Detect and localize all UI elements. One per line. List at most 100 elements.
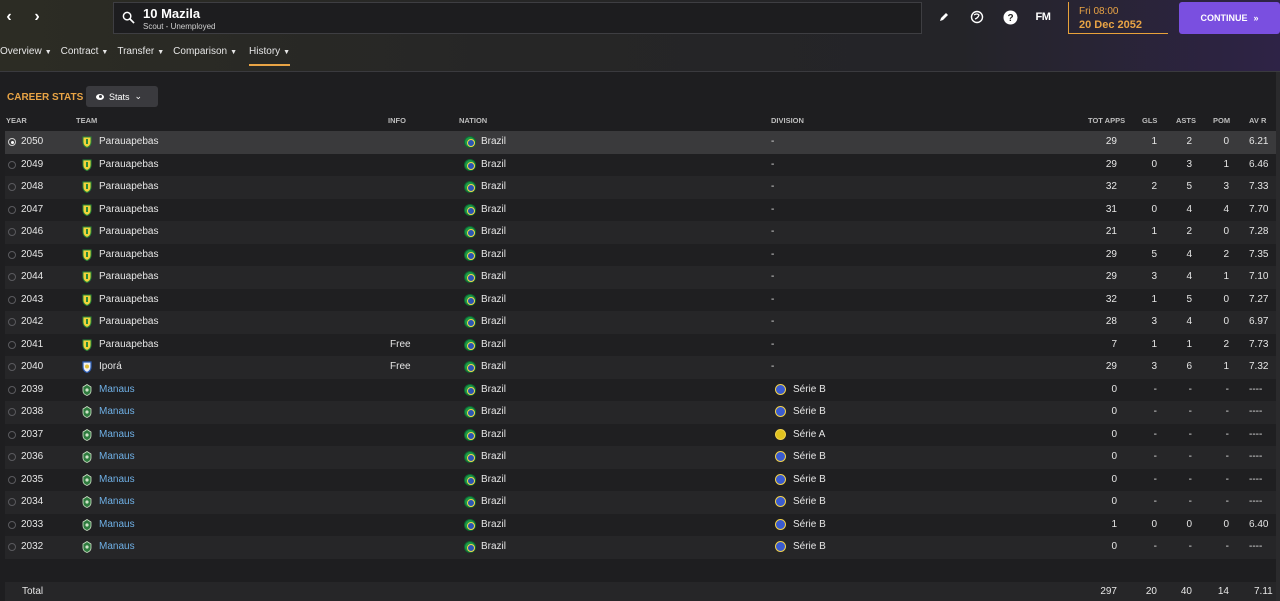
col-gls[interactable]: GLS <box>1142 116 1157 125</box>
team-cell[interactable]: Manaus <box>99 384 135 395</box>
table-row[interactable]: 2033 Manaus Brazil Série B 1 0 0 0 6.40 <box>5 513 1276 536</box>
col-asts[interactable]: ASTS <box>1176 116 1196 125</box>
col-info[interactable]: INFO <box>388 116 406 125</box>
tab-comparison[interactable]: Comparison ▼ <box>173 44 246 66</box>
tab-history[interactable]: History ▼ <box>249 44 299 66</box>
col-division[interactable]: DIVISION <box>771 116 804 125</box>
nation-cell[interactable]: Brazil <box>481 451 506 462</box>
team-cell[interactable]: Manaus <box>99 406 135 417</box>
team-cell[interactable]: Parauapebas <box>99 249 159 260</box>
team-cell[interactable]: Manaus <box>99 451 135 462</box>
edit-icon[interactable] <box>935 8 953 26</box>
scrollbar[interactable] <box>1276 72 1280 601</box>
table-row[interactable]: 2049 Parauapebas Brazil - 29 0 3 1 6.46 <box>5 153 1276 176</box>
help-icon[interactable]: ? <box>1001 8 1019 26</box>
table-row[interactable]: 2034 Manaus Brazil Série B 0- - - ---- <box>5 491 1276 514</box>
table-row[interactable]: 2043 Parauapebas Brazil - 32 1 5 0 7.27 <box>5 288 1276 311</box>
continue-button[interactable]: CONTINUE » <box>1179 2 1280 34</box>
row-select-radio[interactable] <box>8 250 16 259</box>
tab-transfer[interactable]: Transfer ▼ <box>117 44 173 66</box>
team-cell[interactable]: Manaus <box>99 429 135 440</box>
team-cell[interactable]: Parauapebas <box>99 181 159 192</box>
row-select-radio[interactable] <box>8 273 16 281</box>
table-row[interactable]: 2042 Parauapebas Brazil - 28 3 4 0 6.97 <box>5 311 1276 334</box>
team-cell[interactable]: Parauapebas <box>99 159 159 170</box>
row-select-radio[interactable] <box>8 475 16 484</box>
table-row[interactable]: 2046 Parauapebas Brazil - 21 1 2 0 7.28 <box>5 221 1276 244</box>
table-row[interactable]: 2044 Parauapebas Brazil - 29 3 4 1 7.10 <box>5 266 1276 289</box>
nation-cell[interactable]: Brazil <box>481 519 506 530</box>
division-cell[interactable]: Série A <box>793 429 825 440</box>
nation-cell[interactable]: Brazil <box>481 271 506 282</box>
row-select-radio[interactable] <box>8 520 16 529</box>
row-select-radio[interactable] <box>8 408 16 416</box>
nation-cell[interactable]: Brazil <box>481 361 506 372</box>
table-row[interactable]: 2048 Parauapebas Brazil - 32 2 5 3 7.33 <box>5 176 1276 199</box>
tab-contract[interactable]: Contract ▼ <box>61 44 118 66</box>
nation-cell[interactable]: Brazil <box>481 226 506 237</box>
row-select-radio[interactable] <box>8 453 16 461</box>
forward-arrow-icon[interactable]: › <box>28 6 46 28</box>
nation-cell[interactable]: Brazil <box>481 541 506 552</box>
table-row[interactable]: 2036 Manaus Brazil Série B 0- - - ---- <box>5 446 1276 469</box>
division-cell[interactable]: Série B <box>793 474 826 485</box>
search-bar[interactable]: 10 Mazila Scout - Unemployed <box>113 2 922 34</box>
table-row[interactable]: 2038 Manaus Brazil Série B 0- - - ---- <box>5 401 1276 424</box>
nation-cell[interactable]: Brazil <box>481 294 506 305</box>
table-row[interactable]: 2037 Manaus Brazil Série A 0- - - ---- <box>5 423 1276 446</box>
team-cell[interactable]: Parauapebas <box>99 136 159 147</box>
row-select-radio[interactable] <box>8 430 16 439</box>
nation-cell[interactable]: Brazil <box>481 406 506 417</box>
globe-icon[interactable] <box>968 8 986 26</box>
nation-cell[interactable]: Brazil <box>481 496 506 507</box>
division-cell[interactable]: Série B <box>793 406 826 417</box>
team-cell[interactable]: Parauapebas <box>99 294 159 305</box>
team-cell[interactable]: Parauapebas <box>99 271 159 282</box>
row-select-radio[interactable] <box>8 385 16 394</box>
nation-cell[interactable]: Brazil <box>481 474 506 485</box>
col-avr[interactable]: AV R <box>1249 116 1266 125</box>
team-cell[interactable]: Parauapebas <box>99 316 159 327</box>
division-cell[interactable]: Série B <box>793 541 826 552</box>
nation-cell[interactable]: Brazil <box>481 339 506 350</box>
row-select-radio[interactable] <box>8 183 16 191</box>
back-arrow-icon[interactable]: ‹ <box>0 6 18 28</box>
row-select-radio[interactable] <box>8 498 16 506</box>
col-year[interactable]: YEAR <box>6 116 27 125</box>
tab-overview[interactable]: Overview ▼ <box>0 44 61 66</box>
division-cell[interactable]: Série B <box>793 384 826 395</box>
table-row[interactable]: 2050 Parauapebas Brazil - 29 1 2 0 6.21 <box>5 131 1276 154</box>
table-row[interactable]: 2032 Manaus Brazil Série B 0- - - ---- <box>5 536 1276 559</box>
row-select-radio[interactable] <box>8 138 16 146</box>
nation-cell[interactable]: Brazil <box>481 136 506 147</box>
division-cell[interactable]: Série B <box>793 519 826 530</box>
table-row[interactable]: 2040 Iporá Free Brazil - 29 3 6 1 7.32 <box>5 356 1276 379</box>
col-team[interactable]: TEAM <box>76 116 97 125</box>
team-cell[interactable]: Parauapebas <box>99 226 159 237</box>
nation-cell[interactable]: Brazil <box>481 316 506 327</box>
division-cell[interactable]: Série B <box>793 496 826 507</box>
row-select-radio[interactable] <box>8 318 16 326</box>
division-cell[interactable]: Série B <box>793 451 826 462</box>
table-row[interactable]: 2039 Manaus Brazil Série B 0- - - ---- <box>5 378 1276 401</box>
nation-cell[interactable]: Brazil <box>481 429 506 440</box>
nation-cell[interactable]: Brazil <box>481 249 506 260</box>
table-row[interactable]: 2047 Parauapebas Brazil - 31 0 4 4 7.70 <box>5 198 1276 221</box>
nation-cell[interactable]: Brazil <box>481 159 506 170</box>
view-dropdown[interactable]: Stats ⌄ <box>86 86 158 107</box>
row-select-radio[interactable] <box>8 295 16 304</box>
row-select-radio[interactable] <box>8 205 16 214</box>
row-select-radio[interactable] <box>8 363 16 371</box>
col-nation[interactable]: NATION <box>459 116 487 125</box>
team-cell[interactable]: Manaus <box>99 474 135 485</box>
team-cell[interactable]: Iporá <box>99 361 122 372</box>
row-select-radio[interactable] <box>8 160 16 169</box>
col-pom[interactable]: POM <box>1213 116 1230 125</box>
table-row[interactable]: 2041 Parauapebas Free Brazil - 7 1 1 2 7.73 <box>5 333 1276 356</box>
nation-cell[interactable]: Brazil <box>481 204 506 215</box>
nation-cell[interactable]: Brazil <box>481 384 506 395</box>
nation-cell[interactable]: Brazil <box>481 181 506 192</box>
team-cell[interactable]: Parauapebas <box>99 339 159 350</box>
fm-logo[interactable]: FM <box>1032 8 1054 26</box>
team-cell[interactable]: Parauapebas <box>99 204 159 215</box>
